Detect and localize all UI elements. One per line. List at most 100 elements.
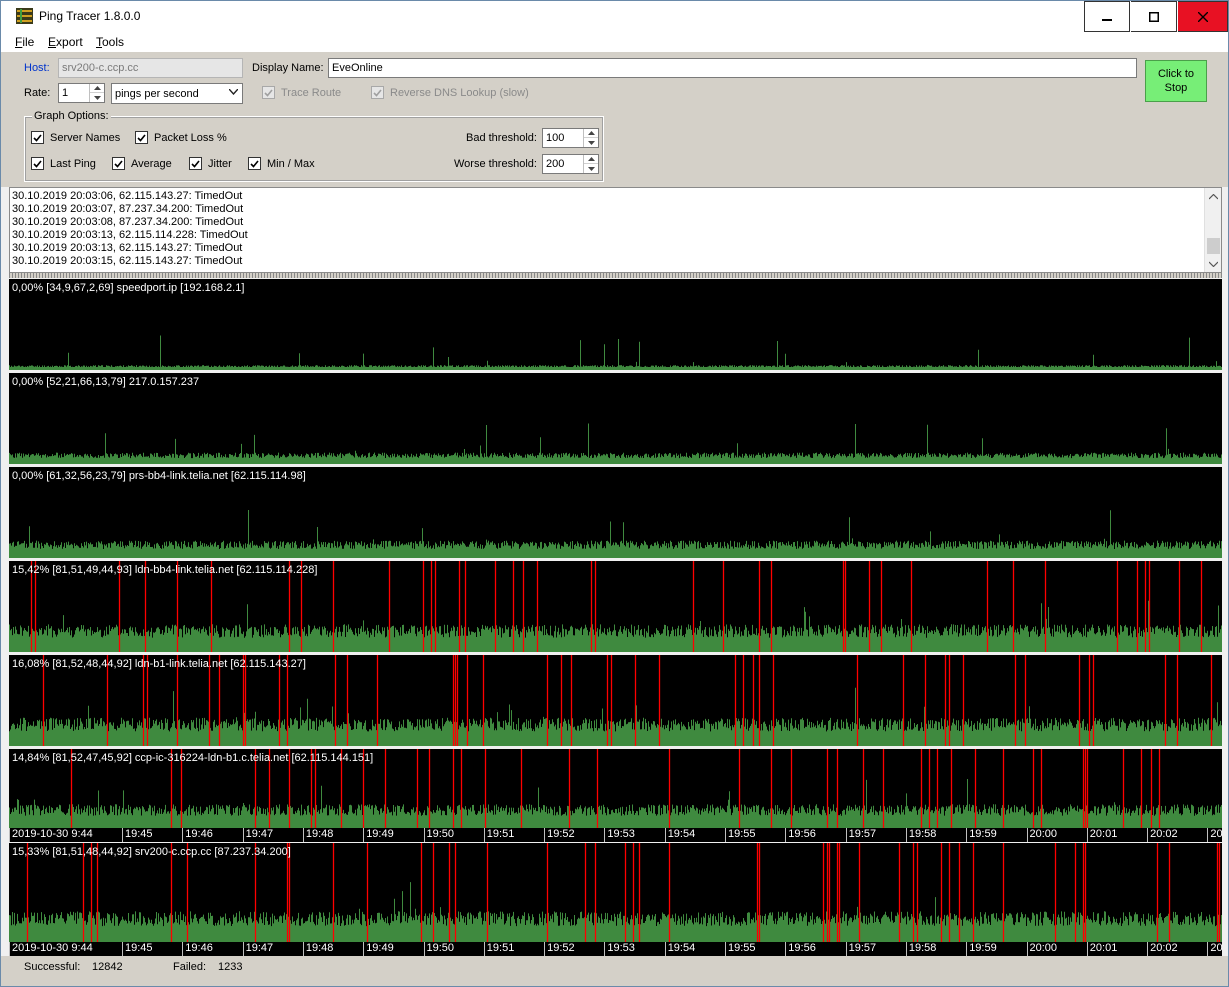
- graph-options-title: Graph Options:: [32, 110, 111, 122]
- scroll-down-icon[interactable]: [1205, 255, 1221, 272]
- time-axis-tick: 2019-10-30 9:44: [9, 942, 93, 956]
- checkmark-icon: [137, 133, 146, 142]
- log-line: 30.10.2019 20:03:13, 62.115.114.228: Tim…: [12, 229, 248, 241]
- last-ping-checkbox[interactable]: [31, 157, 44, 170]
- menu-export[interactable]: Export: [48, 35, 83, 49]
- settings-panel: Host: srv200-c.ccp.cc Display Name: EveO…: [1, 52, 1228, 187]
- maximize-icon: [1148, 11, 1159, 22]
- rate-unit-select[interactable]: pings per second: [111, 83, 243, 104]
- checkmark-icon: [264, 88, 273, 97]
- ping-graph[interactable]: 0,00% [61,32,56,23,79] prs-bb4-link.teli…: [9, 467, 1222, 558]
- graph-label: 14,84% [81,52,47,45,92] ccp-ic-316224-ld…: [12, 752, 374, 764]
- min-max-checkbox[interactable]: [248, 157, 261, 170]
- event-log[interactable]: 30.10.2019 20:03:06, 62.115.143.27: Time…: [9, 187, 1222, 273]
- failed-label: Failed:: [173, 961, 207, 973]
- time-axis-tick: 19:45: [122, 828, 153, 842]
- average-checkbox[interactable]: [112, 157, 125, 170]
- log-line: 30.10.2019 20:03:13, 62.115.143.27: Time…: [12, 242, 243, 254]
- jitter-checkbox[interactable]: [189, 157, 202, 170]
- time-axis-tick: 19:47: [242, 942, 273, 956]
- time-axis-tick: 19:59: [966, 828, 997, 842]
- time-axis-tick: 19:49: [363, 828, 394, 842]
- time-axis-tick: 19:58: [905, 942, 936, 956]
- time-axis-tick: 19:46: [182, 942, 213, 956]
- packet-loss-label: Packet Loss %: [154, 132, 227, 144]
- scroll-thumb[interactable]: [1207, 238, 1220, 254]
- average-label: Average: [131, 158, 172, 170]
- status-bar: Successful: 12842 Failed: 1233: [1, 956, 1228, 986]
- rate-label: Rate:: [24, 87, 51, 99]
- splitter-handle[interactable]: [9, 273, 1222, 278]
- trace-route-label: Trace Route: [281, 87, 342, 99]
- time-axis-tick: 19:47: [242, 828, 273, 842]
- bad-threshold-spinner[interactable]: 100: [542, 128, 599, 148]
- time-axis-tick: 19:56: [785, 828, 816, 842]
- chevron-down-icon: [229, 89, 238, 95]
- time-axis-tick: 20:01: [1086, 828, 1117, 842]
- rate-spinner[interactable]: 1: [58, 83, 105, 103]
- failed-count: 1233: [218, 961, 243, 973]
- time-axis-tick: 2019-10-30 9:44: [9, 828, 93, 842]
- spin-up-icon[interactable]: [584, 129, 598, 138]
- ping-tracer-app-icon: [16, 8, 33, 24]
- worse-threshold-spinner[interactable]: 200: [542, 154, 599, 174]
- log-line: 30.10.2019 20:03:06, 62.115.143.27: Time…: [12, 190, 243, 202]
- successful-label: Successful:: [24, 961, 81, 973]
- reverse-dns-checkbox[interactable]: [371, 86, 384, 99]
- close-button[interactable]: [1178, 1, 1228, 32]
- rate-value: 1: [62, 87, 69, 99]
- time-axis-tick: 19:50: [423, 828, 454, 842]
- time-axis-tick: 19:55: [725, 942, 756, 956]
- menu-file[interactable]: File: [15, 35, 34, 49]
- server-names-checkbox[interactable]: [31, 131, 44, 144]
- menu-tools[interactable]: Tools: [96, 35, 124, 49]
- ping-bars: [9, 687, 1222, 746]
- time-axis-tick: 19:48: [302, 828, 333, 842]
- checkmark-icon: [191, 159, 200, 168]
- host-input[interactable]: srv200-c.ccp.cc: [58, 58, 243, 78]
- ping-graph[interactable]: 15,42% [81,51,49,44,93] ldn-bb4-link.tel…: [9, 561, 1222, 652]
- time-axis-tick: 19:57: [845, 828, 876, 842]
- time-axis-tick: 19:55: [725, 828, 756, 842]
- graph-options-group: Graph Options: Server Names Packet Loss …: [24, 110, 604, 182]
- display-name-label: Display Name:: [252, 62, 324, 74]
- min-max-label: Min / Max: [267, 158, 315, 170]
- scroll-up-icon[interactable]: [1205, 188, 1221, 205]
- ping-graph[interactable]: 15,33% [81,51,48,44,92] srv200-c.ccp.cc …: [9, 843, 1222, 942]
- graph-label: 0,00% [61,32,56,23,79] prs-bb4-link.teli…: [12, 470, 306, 482]
- spin-up-icon[interactable]: [584, 155, 598, 164]
- ping-graph[interactable]: 14,84% [81,52,47,45,92] ccp-ic-316224-ld…: [9, 749, 1222, 828]
- spin-down-icon[interactable]: [584, 164, 598, 173]
- time-axis-tick: 19:49: [363, 942, 394, 956]
- last-ping-label: Last Ping: [50, 158, 96, 170]
- maximize-button[interactable]: [1131, 1, 1177, 32]
- time-axis-tick: 20:00: [1026, 828, 1057, 842]
- ping-graph[interactable]: 0,00% [34,9,67,2,69] speedport.ip [192.1…: [9, 279, 1222, 370]
- time-axis-tick: 19:50: [423, 942, 454, 956]
- time-axis-tick: 20:0: [1207, 942, 1222, 956]
- minimize-button[interactable]: [1084, 1, 1130, 32]
- packet-loss-checkbox[interactable]: [135, 131, 148, 144]
- display-name-input[interactable]: EveOnline: [328, 58, 1137, 78]
- ping-bars: [9, 423, 1222, 464]
- time-axis-tick: 19:45: [122, 942, 153, 956]
- start-stop-button[interactable]: Click to Stop: [1145, 60, 1207, 102]
- time-axis-tick: 19:53: [604, 828, 635, 842]
- ping-bars: [9, 600, 1222, 652]
- successful-count: 12842: [92, 961, 123, 973]
- rate-unit-value: pings per second: [115, 88, 199, 100]
- checkmark-icon: [33, 133, 42, 142]
- graph-label: 0,00% [34,9,67,2,69] speedport.ip [192.1…: [12, 282, 245, 294]
- worse-threshold-label: Worse threshold:: [454, 158, 537, 170]
- log-scrollbar[interactable]: [1204, 188, 1221, 272]
- graph-label: 16,08% [81,52,48,44,92] ldn-b1-link.teli…: [12, 658, 306, 670]
- ping-graph[interactable]: 0,00% [52,21,66,13,79] 217.0.157.237: [9, 373, 1222, 464]
- trace-route-checkbox[interactable]: [262, 86, 275, 99]
- ping-graph[interactable]: 16,08% [81,52,48,44,92] ldn-b1-link.teli…: [9, 655, 1222, 746]
- host-label: Host:: [24, 62, 50, 74]
- spin-up-icon[interactable]: [90, 84, 104, 93]
- graph-label: 0,00% [52,21,66,13,79] 217.0.157.237: [12, 376, 200, 388]
- spin-down-icon[interactable]: [90, 93, 104, 102]
- spin-down-icon[interactable]: [584, 138, 598, 147]
- time-axis-tick: 20:02: [1147, 942, 1178, 956]
